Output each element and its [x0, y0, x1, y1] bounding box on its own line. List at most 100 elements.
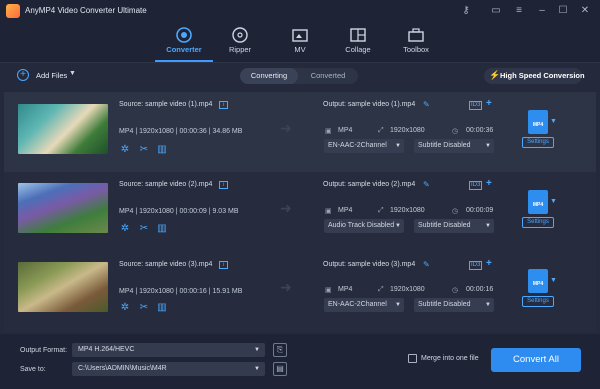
id3-icon[interactable]: ID3 — [469, 261, 483, 270]
chevron-down-icon: ▼ — [485, 223, 491, 229]
converted-tab[interactable]: Converted — [300, 68, 356, 84]
clock-icon: ◷ — [452, 208, 459, 215]
source-resolution: 1920x1080 — [139, 208, 174, 215]
pencil-icon[interactable]: ✎ — [423, 100, 430, 109]
high-speed-label: High Speed Conversion — [500, 71, 585, 80]
add-output-icon[interactable]: + — [486, 258, 492, 269]
tab-toolbox[interactable]: Toolbox — [384, 24, 448, 62]
tab-mv[interactable]: MV — [268, 24, 332, 62]
app-title: AnyMP4 Video Converter Ultimate — [25, 6, 147, 15]
pencil-icon[interactable]: ✎ — [423, 260, 430, 269]
enhance-icon[interactable]: ✲ — [119, 144, 131, 156]
toolbox-icon — [408, 28, 424, 42]
audio-track-select[interactable]: EN-AAC-2Channel ▼ — [324, 298, 404, 312]
mp4-format-icon[interactable]: MP4 — [528, 110, 548, 134]
output-resolution: 1920x1080 — [390, 127, 425, 134]
audio-track-value: EN-AAC-2Channel — [328, 301, 387, 308]
output-format: MP4 — [338, 127, 353, 134]
disc-icon — [232, 27, 248, 43]
output-format-select[interactable]: MP4 H.264/HEVC ▼ — [72, 343, 265, 357]
chevron-down-icon: ▼ — [395, 302, 401, 308]
output-duration: 00:00:16 — [466, 286, 494, 293]
id3-icon[interactable]: ID3 — [469, 101, 483, 110]
source-duration: 00:00:09 — [179, 208, 207, 215]
video-thumbnail[interactable] — [18, 104, 108, 154]
output-format-value: MP4 H.264/HEVC — [78, 346, 135, 353]
tab-converter[interactable]: Converter — [152, 24, 216, 62]
edit-effects-icon[interactable]: ▥ — [156, 144, 168, 156]
chevron-down-icon[interactable]: ▼ — [69, 70, 76, 77]
settings-button[interactable]: Settings — [522, 217, 554, 228]
enhance-icon[interactable]: ✲ — [119, 223, 131, 235]
maximize-icon[interactable]: ☐ — [556, 4, 570, 18]
edit-effects-icon[interactable]: ▥ — [156, 302, 168, 314]
menu-icon[interactable]: ≡ — [512, 4, 526, 18]
settings-button[interactable]: Settings — [522, 296, 554, 307]
output-format-label: Output Format: — [20, 347, 68, 354]
tab-label: Converter — [166, 45, 202, 54]
mp4-format-icon[interactable]: MP4 — [528, 190, 548, 214]
output-resolution: 1920x1080 — [390, 207, 425, 214]
mp4-format-icon[interactable]: MP4 — [528, 269, 548, 293]
output-duration: 00:00:09 — [466, 207, 494, 214]
subtitle-select[interactable]: Subtitle Disabled ▼ — [414, 139, 494, 153]
converting-tab[interactable]: Converting — [240, 68, 298, 84]
pencil-icon[interactable]: ✎ — [423, 180, 430, 189]
output-name: Output: sample video (2).mp4 — [323, 181, 416, 188]
info-icon[interactable]: i — [219, 261, 228, 269]
tab-collage[interactable]: Collage — [326, 24, 390, 62]
info-icon[interactable]: i — [219, 181, 228, 189]
add-files-button[interactable]: Add Files — [36, 71, 67, 80]
subtitle-select[interactable]: Subtitle Disabled ▼ — [414, 298, 494, 312]
tab-ripper[interactable]: Ripper — [208, 24, 272, 62]
format-badge-label: MP4 — [532, 122, 544, 128]
chevron-down-icon: ▼ — [485, 302, 491, 308]
convert-arrow-icon: ➜ — [280, 200, 292, 216]
info-icon[interactable]: i — [219, 101, 228, 109]
format-settings-icon[interactable]: ⎘ — [273, 343, 287, 357]
chevron-down-icon[interactable]: ▼ — [550, 118, 557, 125]
key-icon[interactable]: ⚷ — [459, 4, 473, 18]
merge-checkbox[interactable] — [408, 354, 417, 363]
chevron-down-icon: ▼ — [485, 143, 491, 149]
chevron-down-icon: ▼ — [395, 143, 401, 149]
subtitle-value: Subtitle Disabled — [418, 222, 471, 229]
format-icon: ▣ — [325, 128, 332, 135]
add-output-icon[interactable]: + — [486, 178, 492, 189]
cut-icon[interactable]: ✂ — [138, 144, 150, 156]
save-path-select[interactable]: C:\Users\ADMIN\Music\M4R ▼ — [72, 362, 265, 376]
source-size: 34.86 MB — [212, 128, 243, 135]
close-icon[interactable]: ✕ — [578, 4, 592, 18]
source-meta: MP4 | 1920x1080 | 00:00:09 | 9.03 MB — [119, 208, 239, 215]
audio-track-select[interactable]: Audio Track Disabled ▼ — [324, 219, 404, 233]
settings-button[interactable]: Settings — [522, 137, 554, 148]
app-logo-icon — [6, 4, 20, 18]
source-name: Source: sample video (3).mp4 — [119, 261, 213, 268]
video-thumbnail[interactable] — [18, 262, 108, 312]
folder-icon[interactable]: ▤ — [273, 362, 287, 376]
source-size: 9.03 MB — [212, 208, 239, 215]
subtitle-value: Subtitle Disabled — [418, 142, 471, 149]
id3-icon[interactable]: ID3 — [469, 181, 483, 190]
video-thumbnail[interactable] — [18, 183, 108, 233]
cut-icon[interactable]: ✂ — [138, 302, 150, 314]
chevron-down-icon[interactable]: ▼ — [550, 277, 557, 284]
minimize-icon[interactable]: – — [535, 4, 549, 18]
converter-icon — [176, 27, 192, 43]
audio-track-select[interactable]: EN-AAC-2Channel ▼ — [324, 139, 404, 153]
edit-effects-icon[interactable]: ▥ — [156, 223, 168, 235]
save-path-value: C:\Users\ADMIN\Music\M4R — [78, 365, 167, 372]
output-format: MP4 — [338, 286, 353, 293]
source-duration: 00:00:36 — [179, 128, 207, 135]
format-badge-label: MP4 — [532, 281, 544, 287]
source-resolution: 1920x1080 — [139, 288, 174, 295]
subtitle-select[interactable]: Subtitle Disabled ▼ — [414, 219, 494, 233]
feedback-icon[interactable]: ▭ — [489, 4, 503, 18]
source-duration: 00:00:16 — [179, 288, 207, 295]
convert-all-button[interactable]: Convert All — [491, 348, 581, 372]
add-output-icon[interactable]: + — [486, 98, 492, 109]
cut-icon[interactable]: ✂ — [138, 223, 150, 235]
chevron-down-icon[interactable]: ▼ — [550, 198, 557, 205]
add-icon[interactable]: + — [17, 69, 29, 81]
enhance-icon[interactable]: ✲ — [119, 302, 131, 314]
